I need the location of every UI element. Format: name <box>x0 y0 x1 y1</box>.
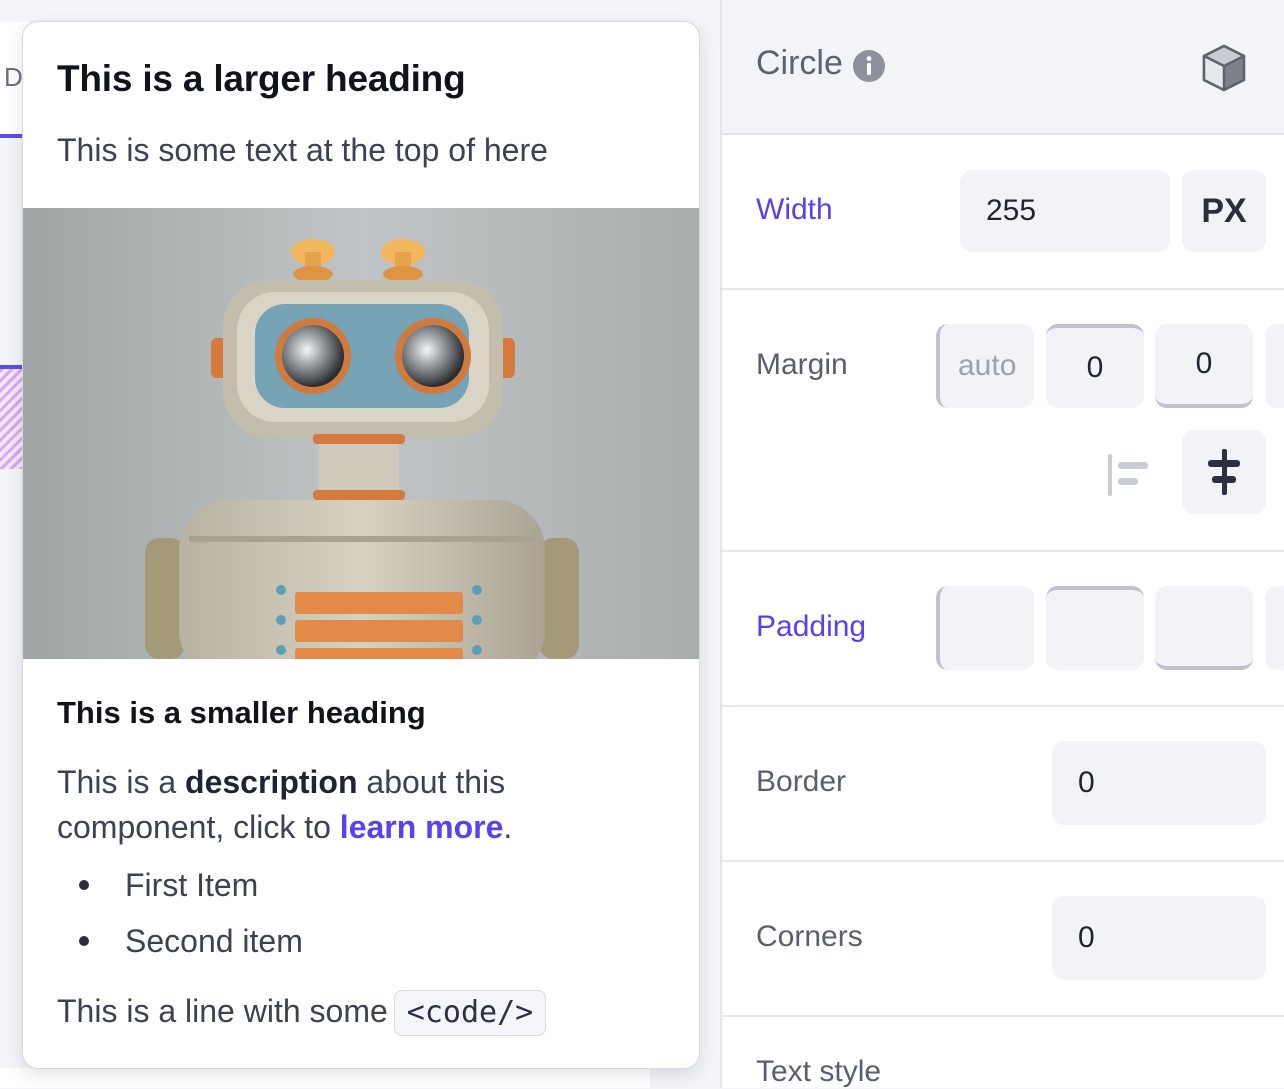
panel-header: Circle <box>722 0 1284 135</box>
selection-hatch <box>0 369 22 469</box>
padding-label: Padding <box>756 610 867 643</box>
align-center-icon <box>1208 449 1240 495</box>
inline-code: <code/> <box>393 990 547 1036</box>
card-small-heading: This is a smaller heading <box>57 695 426 730</box>
bullet-icon <box>79 880 89 890</box>
margin-bottom-input[interactable] <box>1265 324 1284 408</box>
margin-right-value: 0 <box>1195 347 1213 380</box>
canvas-tab-label: D <box>4 62 23 92</box>
learn-more-link[interactable]: learn more <box>340 809 504 845</box>
padding-left-input[interactable] <box>936 586 1034 670</box>
text-style-label: Text style <box>756 1055 882 1088</box>
margin-label: Margin <box>756 348 848 381</box>
width-label: Width <box>756 193 833 226</box>
card-list: First Item Second item <box>57 860 303 972</box>
padding-row: Padding <box>722 552 1284 707</box>
unit-toggle-button[interactable]: PX <box>1182 170 1266 252</box>
padding-right-input[interactable] <box>1155 586 1253 670</box>
align-center-button[interactable] <box>1182 430 1266 514</box>
info-icon[interactable] <box>852 49 886 83</box>
desc-bold: description <box>185 764 358 800</box>
width-input[interactable]: 255 <box>960 170 1170 252</box>
border-input[interactable]: 0 <box>1052 741 1266 825</box>
border-row: Border 0 <box>722 707 1284 862</box>
padding-bottom-input[interactable] <box>1265 586 1284 670</box>
corners-input[interactable]: 0 <box>1052 896 1266 980</box>
margin-left-input[interactable]: auto <box>936 324 1034 408</box>
card-description: This is a description about this compone… <box>57 760 677 850</box>
margin-row: Margin auto 0 0 <box>722 290 1284 552</box>
list-item: First Item <box>57 860 303 916</box>
corners-value: 0 <box>1078 921 1095 954</box>
border-label: Border <box>756 765 847 798</box>
corners-row: Corners 0 <box>722 862 1284 1017</box>
robot-image <box>23 208 699 659</box>
card-large-heading: This is a larger heading <box>57 58 466 99</box>
cube-icon[interactable] <box>1198 42 1250 94</box>
component-title: Circle <box>756 44 843 82</box>
card-top-text: This is some text at the top of here <box>57 132 548 168</box>
width-row: Width 255 PX <box>722 135 1284 290</box>
desc-text-end: . <box>503 809 513 845</box>
list-item: Second item <box>57 916 303 972</box>
width-value: 255 <box>986 194 1037 227</box>
bullet-icon <box>79 936 89 946</box>
align-left-icon[interactable] <box>1104 450 1154 500</box>
list-item-text: First Item <box>125 867 259 903</box>
margin-top-value: 0 <box>1086 351 1104 384</box>
desc-text-1: This is a <box>57 764 186 800</box>
code-line-text: This is a line with some <box>57 993 388 1029</box>
text-style-row: Text style <box>722 1017 1284 1088</box>
padding-top-input[interactable] <box>1046 586 1144 670</box>
margin-left-value: auto <box>958 349 1017 382</box>
corners-label: Corners <box>756 920 863 953</box>
list-item-text: Second item <box>125 923 303 959</box>
code-line: This is a line with some <code/> <box>57 987 547 1036</box>
canvas-footer <box>0 1068 650 1088</box>
border-value: 0 <box>1078 766 1095 799</box>
preview-card: This is a larger heading This is some te… <box>22 21 700 1069</box>
margin-top-input[interactable]: 0 <box>1046 324 1144 408</box>
margin-right-input[interactable]: 0 <box>1155 324 1253 408</box>
properties-panel: Circle Width 255 PX Margin auto 0 0 Padd… <box>720 0 1284 1088</box>
